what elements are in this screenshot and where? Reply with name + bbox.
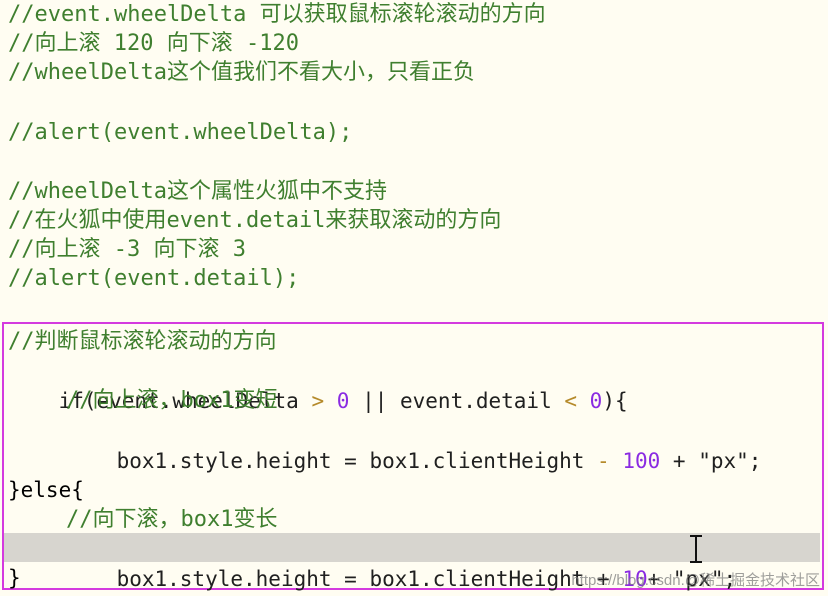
code-token: box1.style.height = box1.clientHeight + (116, 567, 623, 591)
operator-token: - (597, 449, 610, 473)
code-comment-line[interactable]: //wheelDelta这个值我们不看大小，只看正负 (8, 58, 475, 88)
else-code-line[interactable]: }else{ (8, 475, 84, 505)
watermark: https://blog.csdn.@稀土掘金技术社区 (571, 572, 820, 589)
code-editor[interactable]: //event.wheelDelta 可以获取鼠标滚轮滚动的方向 //向上滚 1… (0, 0, 828, 596)
operator-token: < (564, 389, 578, 413)
code-comment-line[interactable]: //event.wheelDelta 可以获取鼠标滚轮滚动的方向 (8, 0, 546, 30)
operator-token: > (311, 389, 325, 413)
number-token: 100 (622, 449, 661, 473)
closing-brace-line[interactable]: } (8, 563, 21, 593)
number-token: 0 (336, 389, 350, 413)
code-comment-line[interactable]: //alert(event.wheelDelta); (8, 118, 352, 148)
code-token: ){ (602, 389, 628, 413)
code-comment-line[interactable]: //向上滚，box1变短 (66, 386, 277, 416)
code-token: + "px"; (660, 449, 762, 473)
code-token: || event.detail (349, 389, 565, 413)
code-comment-line[interactable]: //向下滚，box1变长 (66, 505, 277, 535)
code-comment-line[interactable]: //向上滚 120 向下滚 -120 (8, 29, 299, 59)
code-comment-line[interactable]: //在火狐中使用event.detail来获取滚动的方向 (8, 206, 501, 236)
height-decrease-line[interactable]: box1.style.height = box1.clientHeight - … (66, 416, 762, 473)
code-comment-line[interactable]: //判断鼠标滚轮滚动的方向 (8, 327, 277, 357)
if-code-line[interactable]: if(event.wheelDelta > 0 || event.detail … (8, 356, 628, 413)
code-comment-line[interactable]: //向上滚 -3 向下滚 3 (8, 235, 246, 265)
height-increase-line[interactable]: box1.style.height = box1.clientHeight + … (66, 534, 737, 591)
code-comment-line[interactable]: //wheelDelta这个属性火狐中不支持 (8, 177, 387, 207)
text-cursor-icon (690, 535, 702, 563)
number-token: 0 (589, 389, 603, 413)
code-comment-line[interactable]: //alert(event.detail); (8, 264, 299, 294)
code-token: box1.style.height = box1.clientHeight (116, 449, 598, 473)
